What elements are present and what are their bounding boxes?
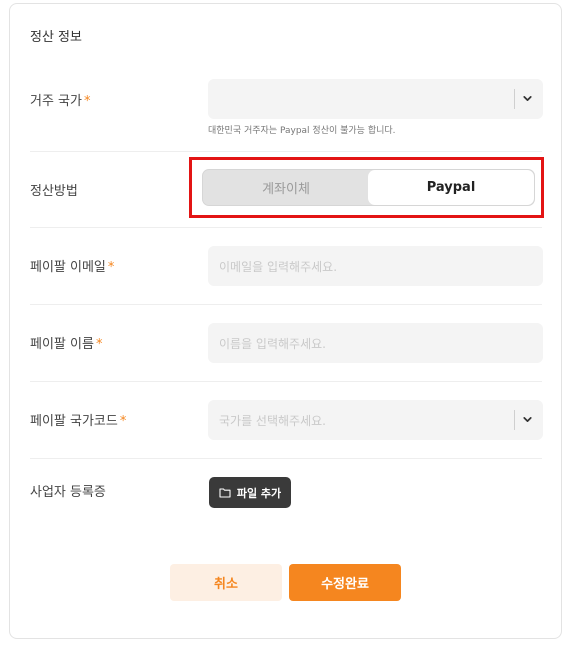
- paypal-name-label: 페이팔 이름 *: [30, 337, 103, 352]
- chevron-down-icon: [523, 417, 532, 422]
- business-registration-label: 사업자 등록증: [30, 485, 106, 500]
- row-divider: [30, 227, 542, 228]
- paypal-name-input[interactable]: 이름을 입력해주세요.: [208, 323, 543, 363]
- paypal-email-input[interactable]: 이메일을 입력해주세요.: [208, 246, 543, 286]
- residence-helper-text: 대한민국 거주자는 Paypal 정산이 불가능 합니다.: [208, 126, 396, 136]
- chevron-down-icon: [523, 96, 532, 101]
- residence-country-select[interactable]: [208, 79, 543, 119]
- row-divider: [30, 151, 542, 152]
- required-mark: *: [119, 414, 127, 429]
- row-divider: [30, 304, 542, 305]
- add-file-label: 파일 추가: [236, 486, 282, 500]
- select-separator: [514, 410, 515, 430]
- highlight-annotation-box: [189, 157, 544, 218]
- required-mark: *: [107, 260, 115, 275]
- cancel-button[interactable]: 취소: [170, 564, 282, 601]
- required-mark: *: [95, 337, 103, 352]
- submit-button[interactable]: 수정완료: [289, 564, 401, 601]
- paypal-email-placeholder: 이메일을 입력해주세요.: [219, 260, 338, 274]
- payment-method-label: 정산방법: [30, 184, 78, 199]
- add-file-button[interactable]: 파일 추가: [209, 477, 291, 508]
- paypal-country-code-label: 페이팔 국가코드 *: [30, 414, 127, 429]
- paypal-name-placeholder: 이름을 입력해주세요.: [219, 337, 326, 351]
- paypal-country-code-placeholder: 국가를 선택해주세요.: [219, 414, 326, 428]
- residence-country-label: 거주 국가 *: [30, 94, 91, 109]
- folder-icon: [219, 488, 231, 498]
- paypal-email-label: 페이팔 이메일 *: [30, 260, 115, 275]
- required-mark: *: [83, 94, 91, 109]
- section-title: 정산 정보: [30, 30, 82, 45]
- select-separator: [514, 89, 515, 109]
- row-divider: [30, 381, 542, 382]
- paypal-country-code-select[interactable]: 국가를 선택해주세요.: [208, 400, 543, 440]
- settlement-info-card: 정산 정보 거주 국가 * 대한민국 거주자는 Paypal 정산이 불가능 합니…: [9, 3, 562, 639]
- row-divider: [30, 458, 542, 459]
